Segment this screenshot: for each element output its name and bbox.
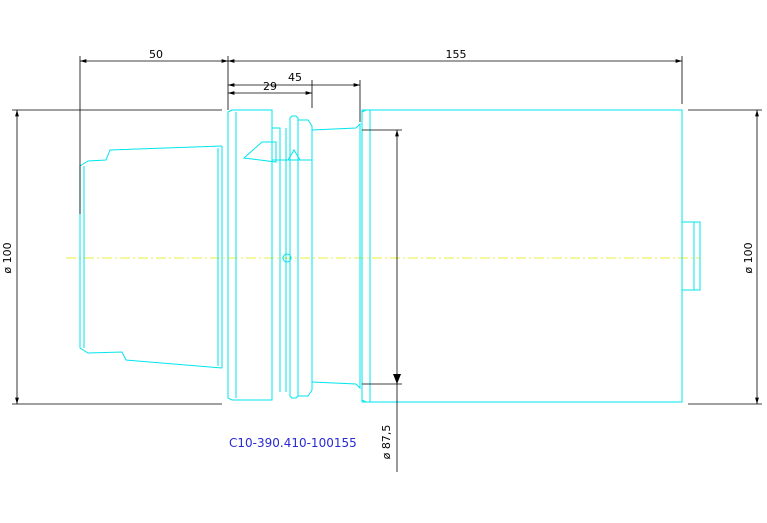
dim-label-29: 29 — [263, 80, 277, 93]
dim-label-diameter-right: ø 100 — [742, 242, 755, 273]
dim-label-45: 45 — [288, 71, 302, 84]
dim-label-diameter-bore: ø 87,5 — [380, 425, 393, 460]
spigot-outline — [682, 221, 701, 291]
shank-outline — [79, 145, 223, 369]
dim-label-50: 50 — [149, 48, 163, 61]
neck-outline — [311, 122, 361, 390]
part-number: C10-390.410-100155 — [229, 436, 357, 450]
part-outline — [79, 109, 701, 403]
dimension-lines — [12, 56, 762, 472]
dim-label-155: 155 — [446, 48, 467, 61]
flange-outline — [227, 109, 273, 401]
dim-label-diameter-left: ø 100 — [1, 242, 14, 273]
technical-drawing: 50 155 45 29 ø 100 ø 100 ø 87,5 — [1, 48, 762, 472]
body-outline — [361, 109, 683, 403]
